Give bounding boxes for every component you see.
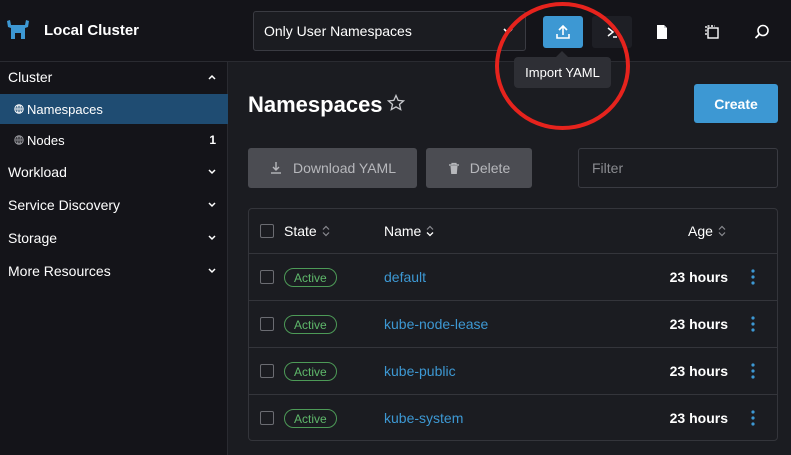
sidebar-group-more-resources[interactable]: More Resources <box>0 256 228 286</box>
sidebar-item-label: Namespaces <box>27 101 103 117</box>
sidebar: Cluster Namespaces Nodes 1 Workload Serv… <box>0 62 228 455</box>
sidebar-group-storage[interactable]: Storage <box>0 223 228 253</box>
namespace-link[interactable]: kube-node-lease <box>384 316 488 332</box>
column-header-name[interactable]: Name <box>384 223 435 239</box>
status-badge: Active <box>284 315 337 334</box>
namespace-filter-select[interactable]: Only User Namespaces <box>253 11 526 51</box>
sidebar-group-label: Storage <box>8 230 58 246</box>
age-value: 23 hours <box>669 410 728 426</box>
sidebar-group-cluster[interactable]: Cluster <box>0 62 228 92</box>
kebab-menu-icon[interactable] <box>745 409 761 427</box>
globe-icon <box>14 135 24 145</box>
row-checkbox[interactable] <box>260 364 274 378</box>
status-badge: Active <box>284 268 337 287</box>
sort-icon <box>718 225 726 237</box>
table-row: Active kube-node-lease 23 hours <box>249 301 777 348</box>
download-yaml-label: Download YAML <box>293 160 396 176</box>
row-checkbox[interactable] <box>260 317 274 331</box>
age-value: 23 hours <box>669 269 728 285</box>
brand: Local Cluster <box>4 16 139 44</box>
namespace-link[interactable]: kube-public <box>384 363 456 379</box>
sidebar-item-label: Nodes <box>27 132 65 148</box>
sidebar-item-nodes[interactable]: Nodes 1 <box>0 125 228 155</box>
star-icon[interactable] <box>387 94 405 112</box>
table-row: Active kube-system 23 hours <box>249 395 777 440</box>
search-button[interactable] <box>742 16 782 48</box>
kebab-menu-icon[interactable] <box>745 362 761 380</box>
table-header: State Name Age <box>249 209 777 254</box>
column-header-age[interactable]: Age <box>688 223 727 239</box>
upload-icon <box>556 24 570 39</box>
globe-icon <box>14 104 24 114</box>
kubectl-shell-button[interactable] <box>592 16 632 48</box>
sidebar-group-workload[interactable]: Workload <box>0 157 228 187</box>
main-content: Namespaces Create Download YAML Delete F… <box>229 62 791 455</box>
sidebar-group-label: Service Discovery <box>8 197 121 213</box>
namespace-link[interactable]: kube-system <box>384 410 463 426</box>
search-icon <box>754 24 769 39</box>
column-header-label: Age <box>688 223 713 239</box>
top-header: Local Cluster Only User Namespaces <box>0 0 791 62</box>
download-icon <box>271 162 281 174</box>
namespaces-table: State Name Age Active default 23 hours A… <box>248 208 778 441</box>
rancher-logo-icon <box>7 20 29 39</box>
kebab-menu-icon[interactable] <box>745 315 761 333</box>
sidebar-group-label: Workload <box>8 164 67 180</box>
app-root: Local Cluster Only User Namespaces Clust… <box>0 0 791 455</box>
row-checkbox[interactable] <box>260 411 274 425</box>
sort-icon <box>322 225 330 237</box>
column-header-label: State <box>284 223 317 239</box>
table-row: Active kube-public 23 hours <box>249 348 777 395</box>
status-badge: Active <box>284 362 337 381</box>
delete-label: Delete <box>469 160 511 176</box>
create-button[interactable]: Create <box>694 84 778 123</box>
file-icon <box>657 25 667 39</box>
namespace-link[interactable]: default <box>384 269 426 285</box>
sidebar-item-namespaces[interactable]: Namespaces <box>0 94 228 124</box>
sidebar-item-count: 1 <box>209 133 216 147</box>
copy-kubeconfig-button[interactable] <box>692 16 732 48</box>
column-header-label: Name <box>384 223 422 239</box>
chevron-down-icon <box>208 169 216 175</box>
import-yaml-button[interactable] <box>543 16 583 48</box>
chevron-up-icon <box>208 74 216 80</box>
kebab-menu-icon[interactable] <box>745 268 761 286</box>
filter-input[interactable] <box>578 148 778 188</box>
chevron-down-icon <box>208 235 216 241</box>
import-yaml-tooltip: Import YAML <box>514 51 611 88</box>
age-value: 23 hours <box>669 363 728 379</box>
trash-icon <box>448 162 459 174</box>
age-value: 23 hours <box>669 316 728 332</box>
sidebar-group-label: More Resources <box>8 263 111 279</box>
namespace-filter-value: Only User Namespaces <box>264 23 412 39</box>
table-row: Active default 23 hours <box>249 254 777 301</box>
delete-button[interactable]: Delete <box>426 148 532 188</box>
copy-icon <box>705 25 719 39</box>
chevron-down-icon <box>208 268 216 274</box>
page-title: Namespaces <box>248 92 383 117</box>
chevron-down-icon <box>503 28 513 35</box>
terminal-icon <box>607 27 617 38</box>
sort-down-icon <box>426 225 434 237</box>
status-badge: Active <box>284 409 337 428</box>
column-header-state[interactable]: State <box>284 223 331 239</box>
chevron-down-icon <box>208 202 216 208</box>
sidebar-group-label: Cluster <box>8 69 53 85</box>
sidebar-group-service-discovery[interactable]: Service Discovery <box>0 190 228 220</box>
select-all-checkbox[interactable] <box>260 224 274 238</box>
cluster-name: Local Cluster <box>44 21 140 39</box>
download-kubeconfig-button[interactable] <box>642 16 682 48</box>
row-checkbox[interactable] <box>260 270 274 284</box>
download-yaml-button[interactable]: Download YAML <box>248 148 417 188</box>
